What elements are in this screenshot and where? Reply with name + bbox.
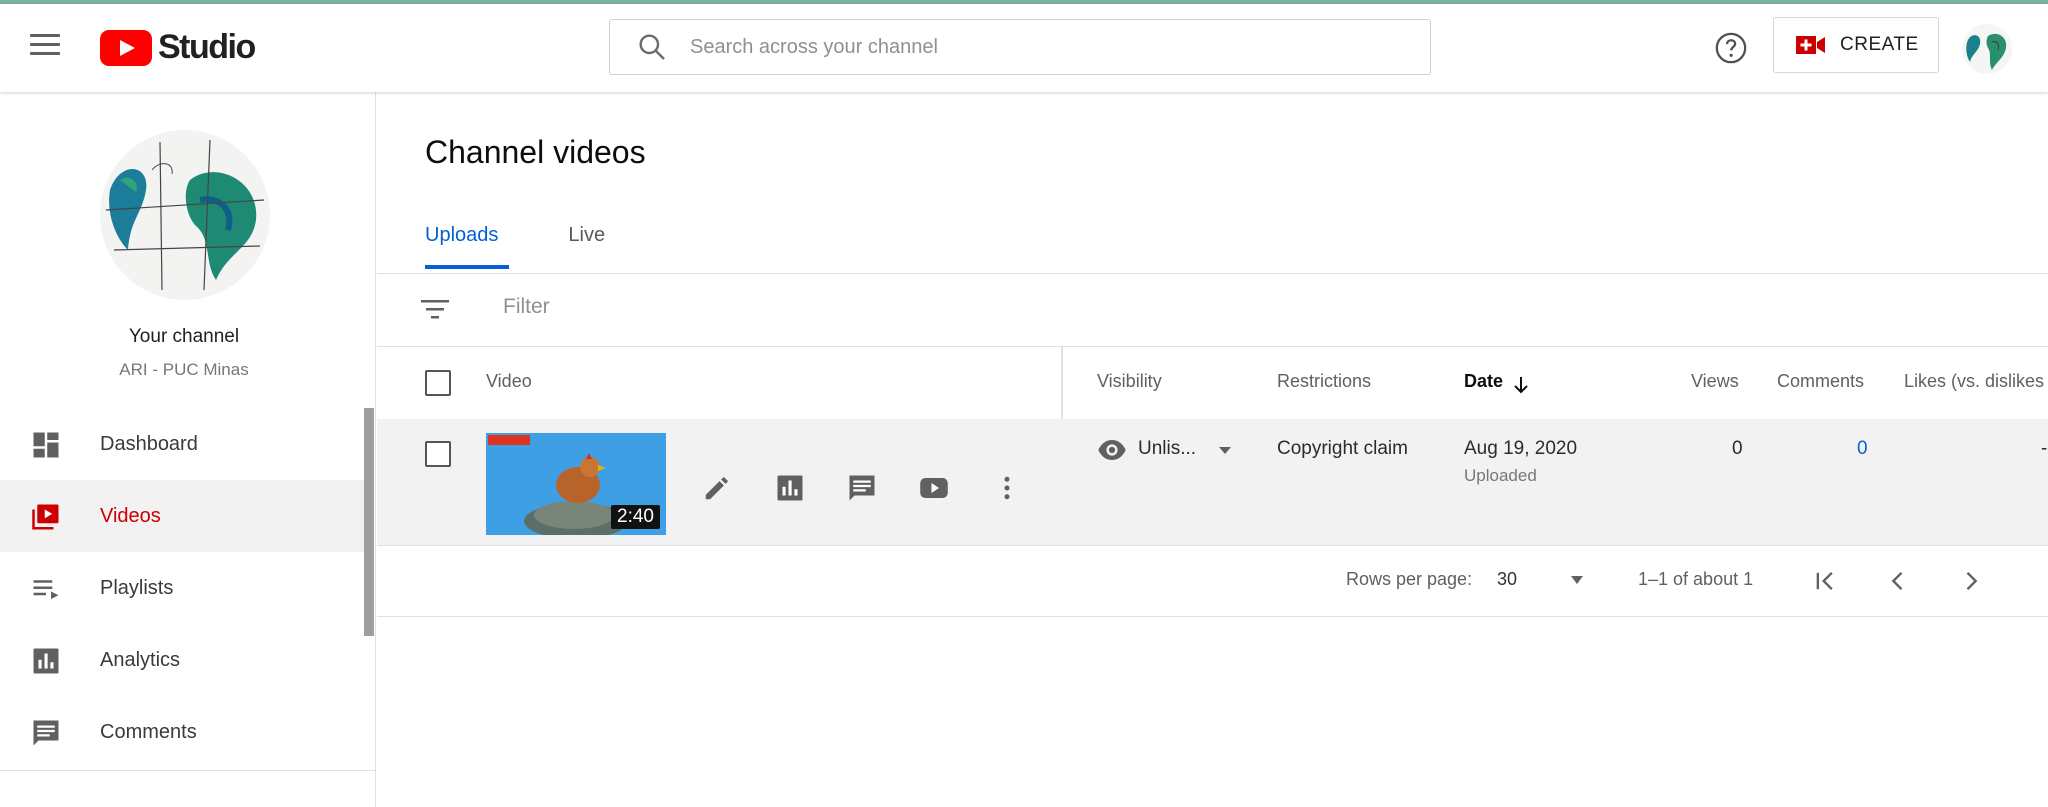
main-content: Channel videos Uploads Live Filter Video… [377, 92, 2048, 807]
sidebar-item-label: Analytics [100, 648, 181, 671]
analytics-icon[interactable] [775, 473, 805, 503]
sidebar-nav: Dashboard Videos Playlists Analytics Com… [0, 408, 368, 768]
date-status: Uploaded [1464, 466, 1537, 485]
sidebar-item-playlists[interactable]: Playlists [0, 552, 368, 624]
sidebar-scrollbar[interactable] [364, 408, 374, 636]
dashboard-icon [33, 432, 59, 458]
date-value: Aug 19, 2020 [1464, 438, 1578, 459]
page-range: 1–1 of about 1 [1638, 569, 1754, 589]
previous-page-icon[interactable] [1884, 567, 1912, 595]
playlists-icon [33, 580, 59, 599]
channel-name: ARI - PUC Minas [119, 360, 249, 379]
video-camera-icon [1796, 36, 1825, 54]
rows-per-page-select[interactable]: 30 [1497, 569, 1517, 590]
column-date[interactable]: Date [1464, 371, 1503, 392]
rows-per-page-dropdown-icon[interactable] [1569, 575, 1585, 585]
youtube-play-icon[interactable] [919, 473, 949, 503]
sidebar-divider [0, 770, 376, 771]
column-likes[interactable]: Likes (vs. dislikes [1904, 371, 2044, 392]
comments-icon [33, 720, 59, 746]
row-checkbox[interactable] [425, 441, 451, 467]
visibility-value[interactable]: Unlis... [1138, 438, 1196, 460]
video-duration: 2:40 [611, 505, 660, 529]
filter-bar[interactable]: Filter [377, 273, 2048, 346]
sidebar-item-dashboard[interactable]: Dashboard [0, 408, 368, 480]
tab-live[interactable]: Live [568, 224, 605, 269]
menu-icon[interactable] [30, 34, 60, 58]
sidebar-item-label: Comments [100, 720, 197, 743]
sidebar-item-analytics[interactable]: Analytics [0, 624, 368, 696]
analytics-icon [33, 648, 59, 674]
search-icon [639, 34, 665, 60]
edit-pencil-icon[interactable] [702, 473, 732, 503]
search-box[interactable] [609, 19, 1431, 75]
create-button[interactable]: CREATE [1773, 17, 1939, 73]
thumbnail-badge [488, 435, 530, 445]
search-input[interactable] [690, 35, 1390, 59]
studio-logo[interactable]: Studio [100, 28, 256, 67]
visibility-dropdown-icon[interactable] [1217, 445, 1233, 455]
comments-icon[interactable] [847, 473, 877, 503]
sort-arrow-down-icon[interactable] [1511, 375, 1531, 395]
rows-per-page-label: Rows per page: [1346, 569, 1473, 589]
sidebar-item-label: Playlists [100, 576, 174, 599]
pagination-bar: Rows per page: 30 1–1 of about 1 [377, 545, 2048, 617]
views-value: 0 [1732, 438, 1743, 459]
table-row[interactable]: 2:40 Unlis... Copyright claim Aug 19, 20… [377, 419, 2048, 545]
video-thumbnail[interactable]: 2:40 [486, 433, 666, 535]
page-title: Channel videos [425, 134, 646, 170]
filter-input[interactable]: Filter [503, 295, 550, 319]
tab-uploads[interactable]: Uploads [425, 224, 510, 269]
help-icon[interactable] [1714, 31, 1748, 65]
create-label: CREATE [1840, 34, 1919, 55]
filter-icon [421, 300, 449, 319]
column-views[interactable]: Views [1691, 371, 1739, 392]
sidebar-item-comments[interactable]: Comments [0, 696, 368, 768]
restriction-value[interactable]: Copyright claim [1277, 438, 1408, 460]
likes-value: - [2041, 438, 2048, 459]
column-comments[interactable]: Comments [1777, 371, 1864, 392]
column-visibility[interactable]: Visibility [1097, 371, 1162, 392]
youtube-logo-icon [100, 29, 152, 66]
account-avatar[interactable] [1962, 24, 2012, 74]
sidebar: Your channel ARI - PUC Minas Dashboard V… [0, 92, 376, 807]
column-restrictions[interactable]: Restrictions [1277, 371, 1371, 392]
first-page-icon[interactable] [1812, 567, 1840, 595]
top-bar: Studio CREATE [0, 4, 2048, 92]
column-video: Video [486, 371, 532, 391]
more-options-icon[interactable] [992, 473, 1022, 503]
app-name: Studio [158, 28, 256, 66]
next-page-icon[interactable] [1957, 567, 1985, 595]
videos-icon [32, 504, 59, 530]
channel-title: Your channel [128, 326, 240, 347]
channel-avatar[interactable] [100, 130, 270, 300]
table-header: Video Visibility Restrictions Date Views… [377, 347, 2048, 419]
eye-visibility-icon [1098, 440, 1126, 460]
sidebar-item-label: Videos [100, 504, 161, 527]
comments-value[interactable]: 0 [1857, 438, 1868, 460]
sidebar-item-videos[interactable]: Videos [0, 480, 368, 552]
sidebar-item-label: Dashboard [100, 432, 198, 455]
content-tabs: Uploads Live [425, 224, 675, 269]
select-all-checkbox[interactable] [425, 370, 451, 396]
